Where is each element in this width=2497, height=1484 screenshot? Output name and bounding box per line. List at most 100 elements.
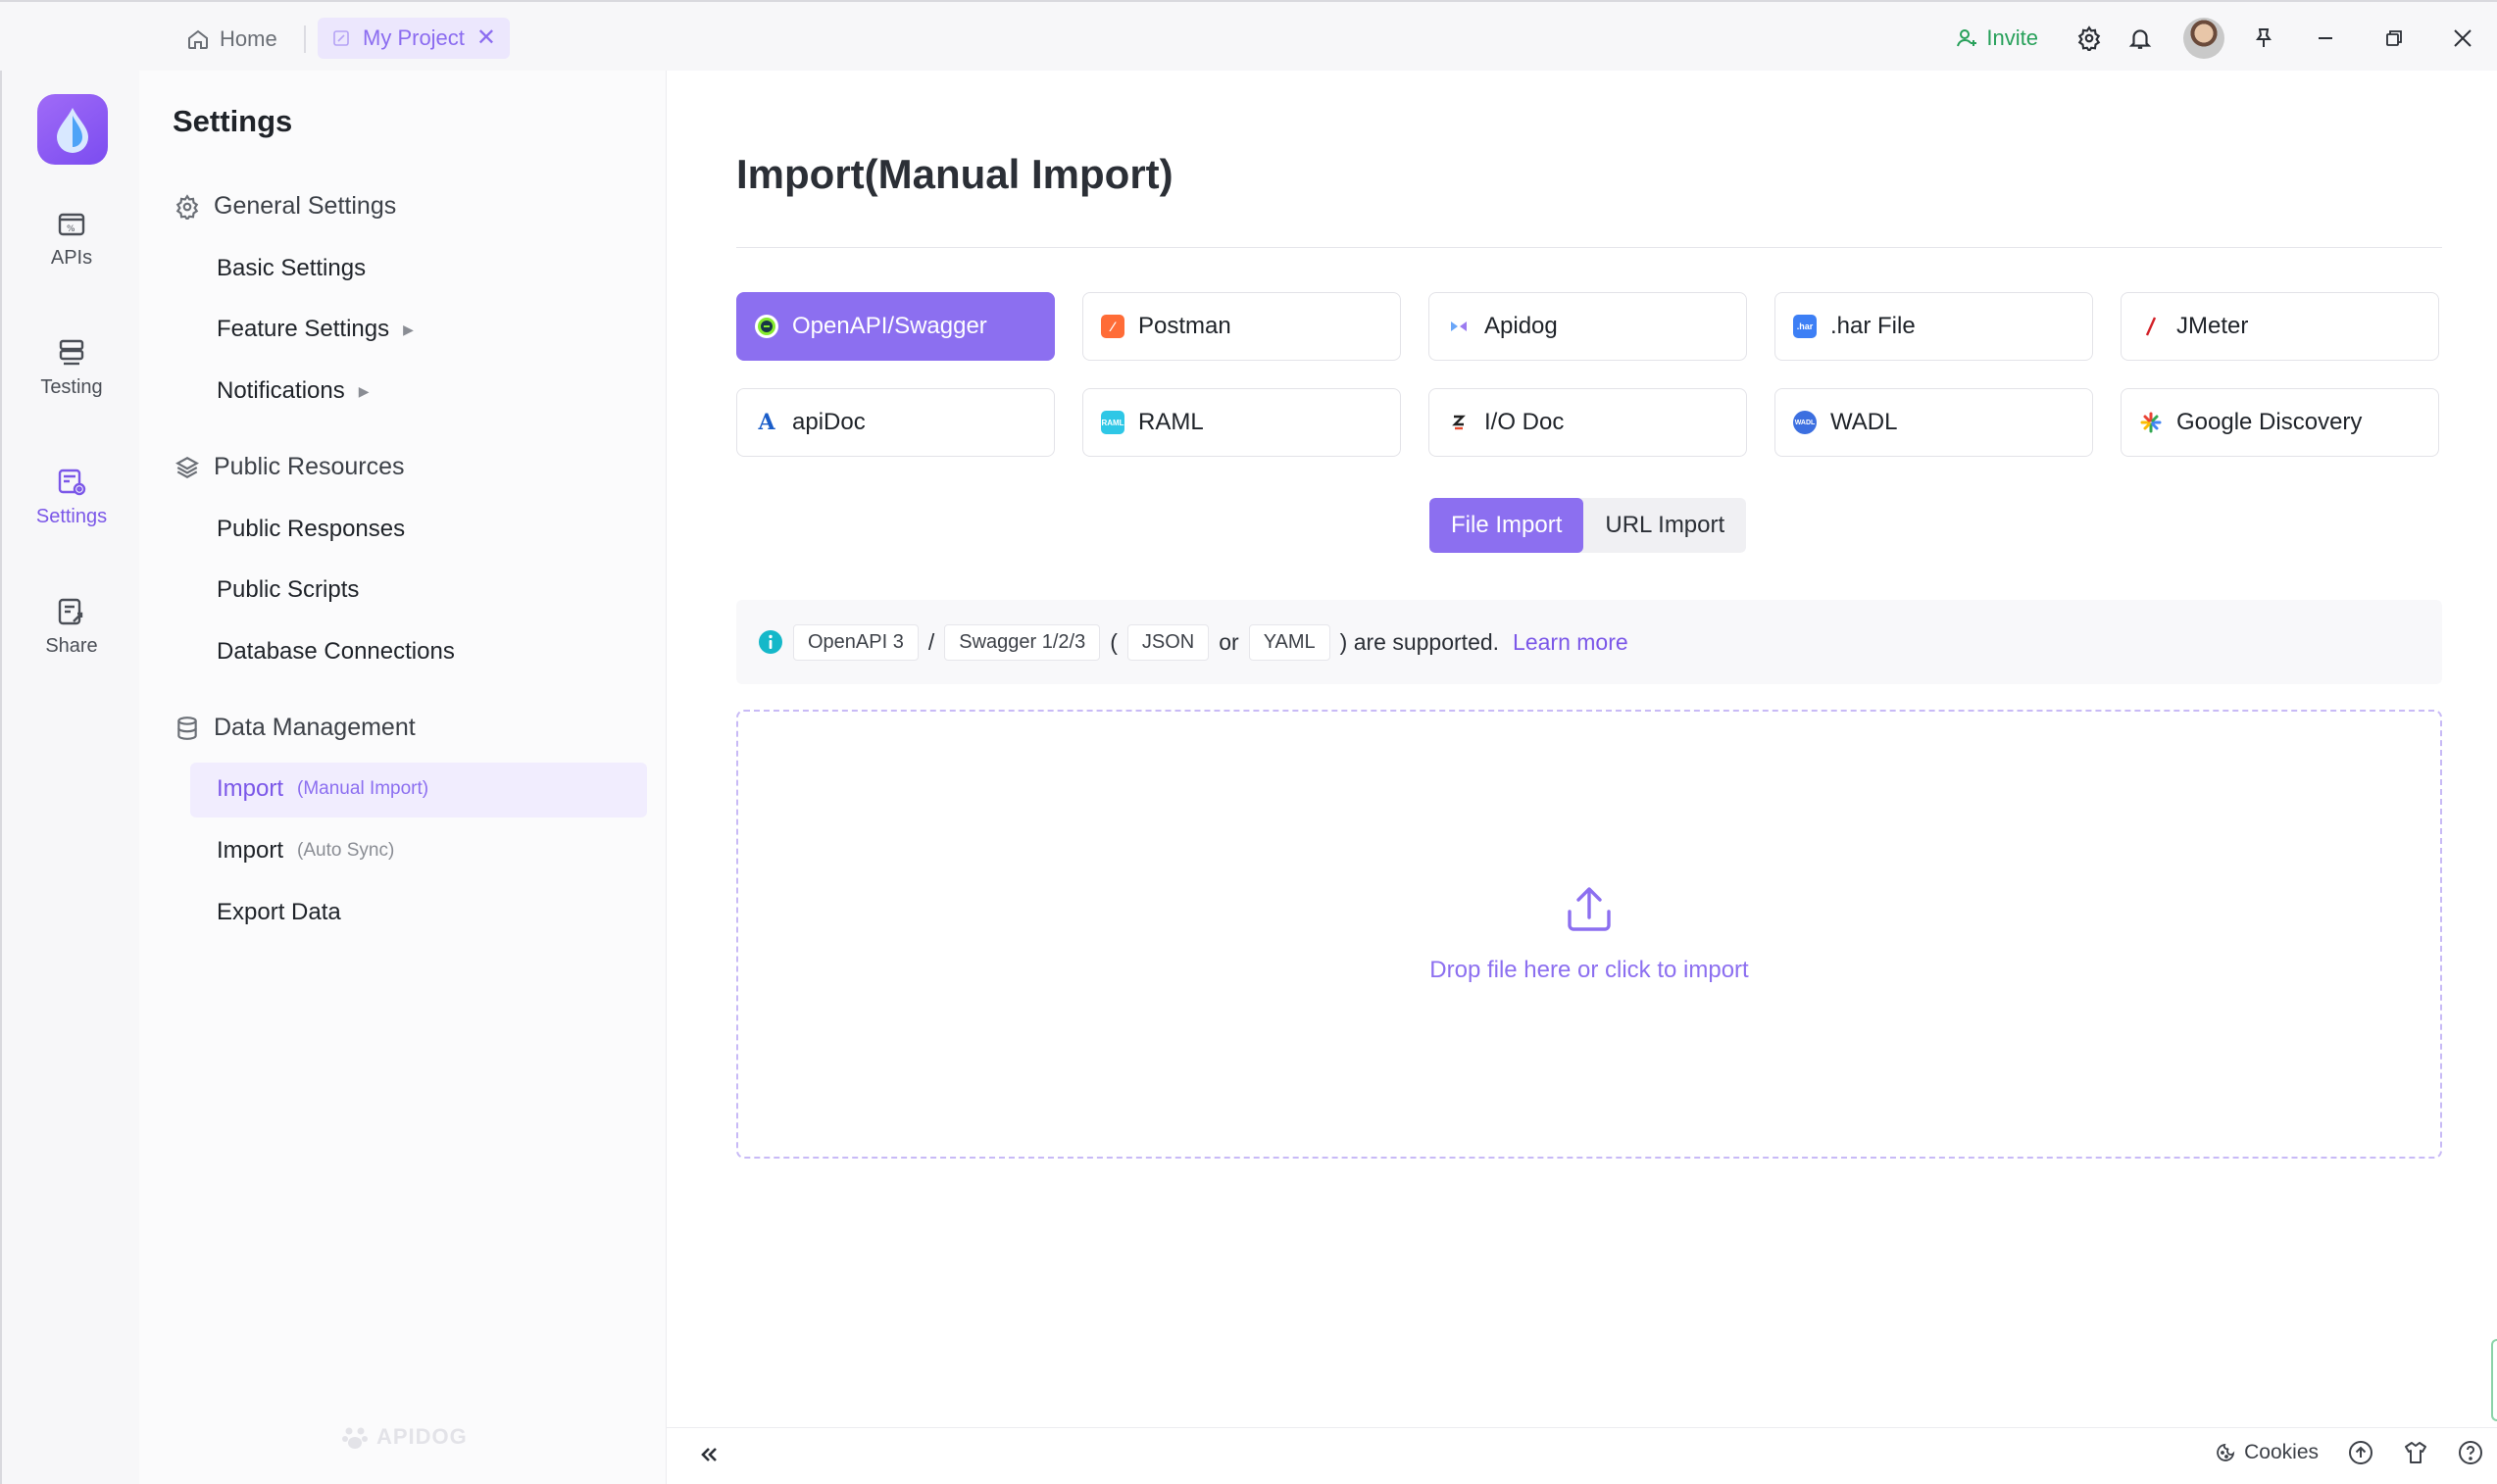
rail-item-share[interactable]: Share <box>2 596 141 658</box>
format-postman[interactable]: ⁄ Postman <box>1082 292 1401 361</box>
wadl-icon: WADL <box>1793 411 1817 434</box>
sidebar-item-label: Notifications <box>217 377 345 404</box>
sidebar-item-notifications[interactable]: Notifications ▶ <box>217 377 370 405</box>
apidoc-icon: A <box>758 410 775 435</box>
minimize-icon <box>2316 28 2335 48</box>
close-window-button[interactable] <box>2428 16 2497 61</box>
sidebar-item-basic-settings[interactable]: Basic Settings <box>217 255 366 282</box>
format-wadl[interactable]: WADL WADL <box>1774 388 2093 457</box>
rail-label-share: Share <box>45 635 98 657</box>
format-label: Postman <box>1138 313 1231 339</box>
format-label: apiDoc <box>792 409 866 435</box>
sidebar-item-import-auto-sync[interactable]: Import (Auto Sync) <box>217 837 394 865</box>
testing-icon <box>56 337 87 369</box>
pin-button[interactable] <box>2240 16 2287 61</box>
format-label: .har File <box>1830 313 1916 339</box>
sidebar-item-label: Import <box>217 775 284 802</box>
restore-button[interactable] <box>2360 16 2428 61</box>
format-openapi-swagger[interactable]: OpenAPI/Swagger <box>736 292 1055 361</box>
google-discovery-icon <box>2139 411 2163 434</box>
apidog-watermark: APIDOG <box>341 1423 468 1451</box>
close-tab-icon[interactable]: ✕ <box>476 26 496 50</box>
collapse-sidebar-button[interactable] <box>696 1442 722 1467</box>
sidebar-item-public-scripts[interactable]: Public Scripts <box>217 576 359 604</box>
title-bar: Home My Project ✕ Invite <box>0 0 2497 71</box>
format-label: RAML <box>1138 409 1204 435</box>
help-icon[interactable] <box>2458 1440 2483 1465</box>
postman-icon: ⁄ <box>1101 315 1124 338</box>
chip-swagger: Swagger 1/2/3 <box>944 623 1101 661</box>
format-jmeter[interactable]: JMeter <box>2121 292 2439 361</box>
sidebar-item-sublabel: (Manual Import) <box>297 778 429 799</box>
settings-gear-button[interactable] <box>2066 16 2113 61</box>
upload-icon <box>1564 884 1615 935</box>
format-apidog[interactable]: Apidog <box>1428 292 1747 361</box>
upload-circle-icon[interactable] <box>2348 1440 2373 1465</box>
import-mode-switch: File Import URL Import <box>1429 498 1747 553</box>
cookies-button[interactable]: Cookies <box>2215 1441 2319 1464</box>
raml-icon: RAML <box>1101 411 1124 434</box>
dropzone-text: Drop file here or click to import <box>1429 957 1749 983</box>
paw-icon <box>341 1423 369 1451</box>
tab-project-label: My Project <box>363 25 465 50</box>
sidebar-item-label: Import <box>217 837 284 864</box>
format-label: Google Discovery <box>2176 409 2363 435</box>
file-import-tab[interactable]: File Import <box>1429 498 1584 553</box>
format-label: I/O Doc <box>1484 409 1565 435</box>
sidebar-item-label: Feature Settings <box>217 316 390 342</box>
open-paren-text: ( <box>1110 628 1118 655</box>
swagger-icon <box>755 315 778 338</box>
tab-my-project[interactable]: My Project ✕ <box>318 18 510 59</box>
cookie-icon <box>2215 1442 2236 1463</box>
sidebar-item-label: Export Data <box>217 899 341 925</box>
invite-button[interactable]: Invite <box>1955 25 2038 51</box>
shirt-icon[interactable] <box>2403 1440 2428 1465</box>
format-google-discovery[interactable]: Google Discovery <box>2121 388 2439 457</box>
settings-icon <box>56 467 87 498</box>
format-label: WADL <box>1830 409 1898 435</box>
chip-json: JSON <box>1126 623 1210 661</box>
add-user-icon <box>1955 26 1978 50</box>
format-raml[interactable]: RAML RAML <box>1082 388 1401 457</box>
format-label: JMeter <box>2176 313 2249 339</box>
app-logo[interactable] <box>37 94 108 165</box>
avatar[interactable] <box>2183 18 2224 59</box>
file-dropzone[interactable]: Drop file here or click to import <box>736 710 2442 1159</box>
project-icon <box>331 28 351 48</box>
sidebar-item-label: Public Responses <box>217 516 406 542</box>
rail-item-apis[interactable]: % APIs <box>2 208 141 270</box>
tab-home[interactable]: Home <box>186 22 277 57</box>
sidebar-item-import-manual[interactable]: Import (Manual Import) <box>217 775 428 803</box>
settings-sidebar: Settings General Settings Basic Settings… <box>139 71 667 1484</box>
sidebar-item-export-data[interactable]: Export Data <box>217 899 341 926</box>
apis-icon: % <box>56 208 87 239</box>
group-public-resources: Public Resources <box>175 453 405 481</box>
sidebar-item-feature-settings[interactable]: Feature Settings ▶ <box>217 316 414 343</box>
rail-label-testing: Testing <box>40 376 103 398</box>
format-apidoc[interactable]: A apiDoc <box>736 388 1055 457</box>
sidebar-item-label: Database Connections <box>217 638 455 665</box>
url-import-tab[interactable]: URL Import <box>1583 498 1746 553</box>
format-har-file[interactable]: .har .har File <box>1774 292 2093 361</box>
layers-icon <box>175 455 200 480</box>
format-io-doc[interactable]: I/O Doc <box>1428 388 1747 457</box>
notifications-button[interactable] <box>2117 16 2164 61</box>
droplet-logo-icon <box>57 108 88 153</box>
tab-home-label: Home <box>220 26 277 51</box>
caret-right-icon: ▶ <box>358 382 370 399</box>
minimize-button[interactable] <box>2291 16 2360 61</box>
rail-item-testing[interactable]: Testing <box>2 337 141 399</box>
sidebar-item-database-connections[interactable]: Database Connections <box>217 638 455 666</box>
bell-icon <box>2127 25 2153 51</box>
side-widget-handle[interactable] <box>2491 1339 2497 1421</box>
learn-more-link[interactable]: Learn more <box>1513 629 1628 656</box>
sidebar-item-label: Public Scripts <box>217 576 360 603</box>
format-label: Apidog <box>1484 313 1558 339</box>
watermark-text: APIDOG <box>376 1424 468 1449</box>
caret-right-icon: ▶ <box>403 321 414 337</box>
sidebar-item-public-responses[interactable]: Public Responses <box>217 516 405 543</box>
close-icon <box>2452 27 2473 49</box>
rail-label-settings: Settings <box>35 506 108 527</box>
rail-item-settings[interactable]: Settings <box>2 467 141 528</box>
io-doc-icon <box>1447 411 1471 434</box>
